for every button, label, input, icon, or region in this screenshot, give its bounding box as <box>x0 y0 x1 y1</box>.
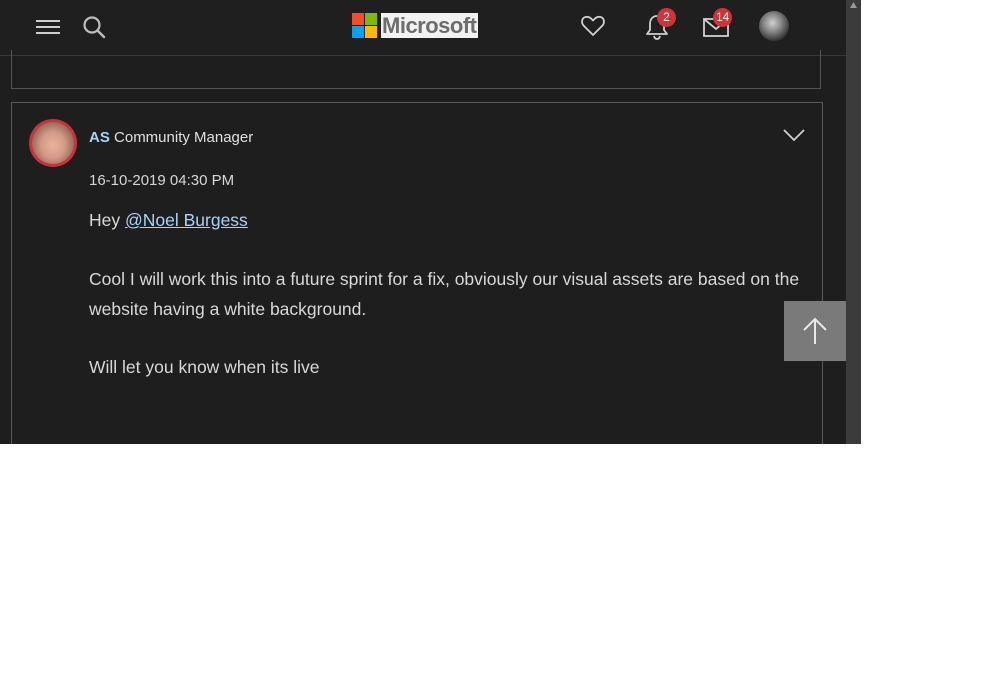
previous-post-card <box>11 50 821 89</box>
chevron-down-icon[interactable] <box>782 127 806 143</box>
back-to-top-button[interactable] <box>784 301 846 361</box>
author-avatar-photo <box>32 122 74 164</box>
search-icon[interactable] <box>81 14 107 40</box>
menu-icon[interactable] <box>36 18 60 36</box>
microsoft-logo[interactable]: Microsoft <box>352 12 478 38</box>
logo-wordmark: Microsoft <box>381 12 478 38</box>
author-role: Community Manager <box>114 129 254 146</box>
post-greeting: Hey @Noel Burgess <box>89 205 248 235</box>
browser-viewport: Microsoft 2 14 AS Community Manager 16-1… <box>0 0 861 444</box>
author-line: AS Community Manager <box>89 129 253 146</box>
post-date: 16-10-2019 04:30 PM <box>89 172 235 189</box>
user-avatar[interactable] <box>759 11 789 41</box>
arrow-up-icon <box>803 317 827 344</box>
windows-logo-icon <box>352 12 377 38</box>
user-mention-link[interactable]: @Noel Burgess <box>125 210 248 230</box>
notifications-badge: 2 <box>657 8 676 27</box>
heart-icon[interactable] <box>580 13 606 39</box>
scroll-up-arrow-icon[interactable] <box>850 2 857 8</box>
greeting-text: Hey <box>89 210 125 230</box>
post-paragraph: Will let you know when its live <box>89 357 320 377</box>
author-avatar[interactable] <box>29 119 77 167</box>
top-navigation-bar: Microsoft 2 14 <box>0 0 846 56</box>
post-paragraph: Cool I will work this into a future spri… <box>89 269 800 319</box>
vertical-scrollbar[interactable] <box>846 0 861 444</box>
author-name[interactable]: AS <box>89 129 110 146</box>
